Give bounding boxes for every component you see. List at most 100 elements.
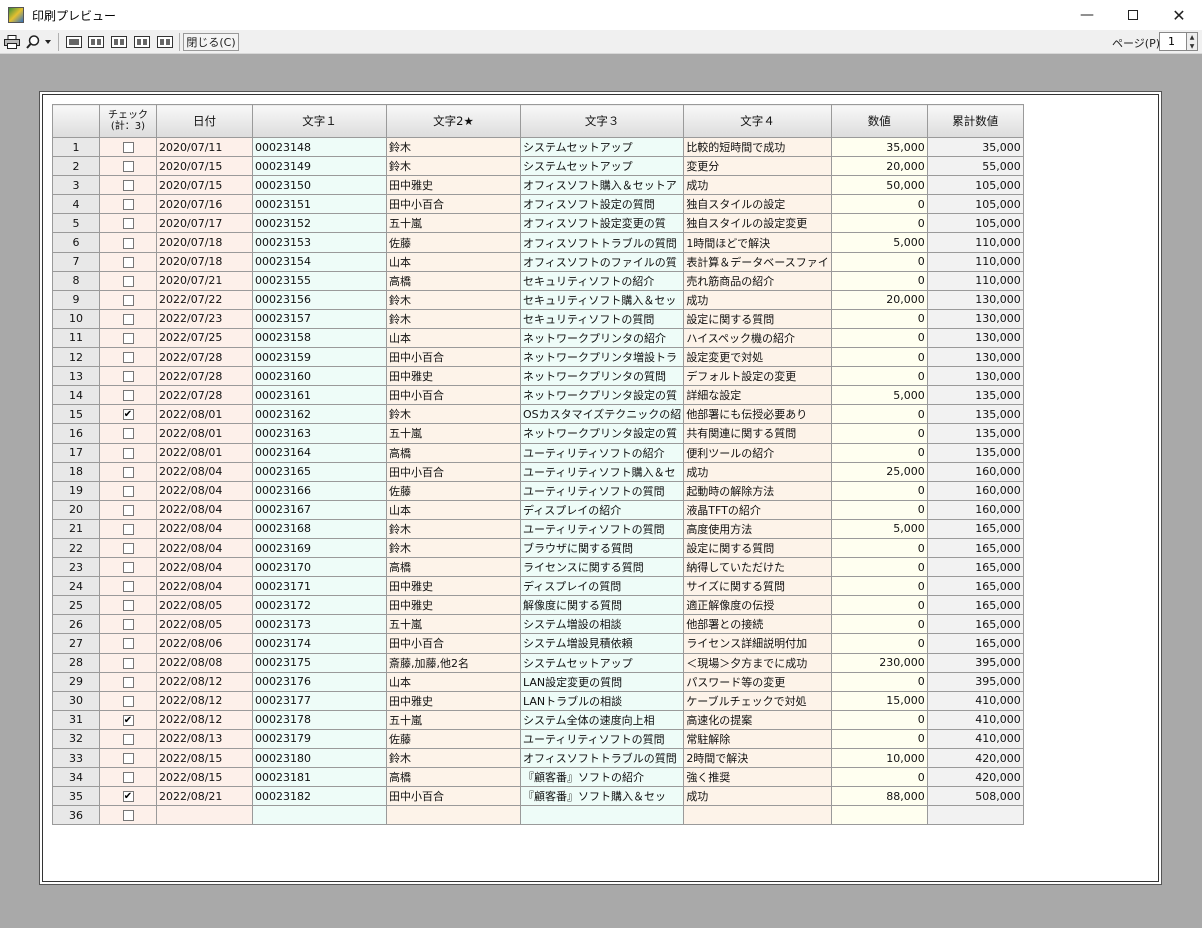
text4-cell: デフォルト設定の変更 — [683, 366, 832, 387]
row-checkbox[interactable] — [122, 332, 134, 344]
page-spinner[interactable]: ▲ ▼ — [1187, 32, 1198, 51]
two-page-button[interactable] — [87, 33, 105, 51]
value-cell: 0 — [830, 671, 928, 692]
text4-cell: 変更分 — [683, 156, 832, 177]
check-cell — [99, 289, 157, 310]
text2-cell: 佐藤 — [386, 480, 521, 501]
table-row: 17 2022/08/01 00023164 高橋 ユーティリティソフトの紹介 便利ツール… — [52, 442, 1024, 463]
text4-cell: 強く推奨 — [683, 767, 832, 788]
row-checkbox[interactable] — [122, 142, 134, 154]
row-checkbox[interactable] — [122, 657, 134, 669]
row-number-cell: 18 — [52, 461, 100, 482]
row-checkbox[interactable] — [122, 256, 134, 268]
value-cell: 20,000 — [830, 156, 928, 177]
row-checkbox[interactable] — [122, 352, 134, 364]
row-checkbox[interactable] — [122, 733, 134, 745]
print-button[interactable] — [3, 33, 21, 51]
text4-cell: 設定変更で対処 — [683, 347, 832, 368]
header-text2: 文字2★ — [386, 104, 521, 138]
row-checkbox[interactable] — [122, 313, 134, 325]
row-checkbox[interactable] — [122, 638, 134, 650]
row-checkbox[interactable] — [122, 447, 134, 459]
check-cell: ✔ — [99, 709, 157, 730]
page-number-input[interactable]: 1 — [1159, 32, 1187, 51]
close-window-button[interactable]: ✕ — [1156, 0, 1202, 30]
table-row: 3 2020/07/15 00023150 田中雅史 オフィスソフト購入＆セットア 成功 5… — [52, 175, 1024, 196]
row-checkbox[interactable] — [122, 753, 134, 765]
four-page-button[interactable] — [133, 33, 151, 51]
zoom-button[interactable] — [24, 33, 54, 51]
row-checkbox[interactable] — [122, 466, 134, 478]
text1-cell: 00023155 — [252, 270, 387, 291]
text3-cell: オフィスソフトトラブルの質問 — [519, 232, 685, 253]
row-number-cell: 5 — [52, 213, 100, 234]
check-cell: ✔ — [99, 786, 157, 807]
table-row: 4 2020/07/16 00023151 田中小百合 オフィスソフト設定の質問 独自スタ… — [52, 194, 1024, 215]
row-checkbox[interactable] — [122, 523, 134, 535]
row-checkbox[interactable] — [122, 199, 134, 211]
header-row: チェック (計：3) 日付 文字１ 文字2★ 文字３ 文字４ 数値 累計数値 — [52, 104, 1024, 138]
row-checkbox[interactable] — [122, 161, 134, 173]
row-checkbox[interactable] — [122, 619, 134, 631]
row-checkbox[interactable]: ✔ — [122, 714, 134, 726]
date-cell: 2022/07/23 — [156, 308, 253, 329]
text4-cell: 売れ筋商品の紹介 — [683, 270, 832, 291]
text2-cell: 山本 — [386, 327, 521, 349]
row-checkbox[interactable]: ✔ — [122, 409, 134, 421]
text4-cell: 1時間ほどで解決 — [683, 232, 832, 253]
maximize-button[interactable] — [1110, 0, 1156, 30]
text4-cell: 共有関連に関する質問 — [683, 423, 832, 444]
date-cell: 2022/08/05 — [156, 614, 253, 635]
text1-cell: 00023172 — [252, 595, 387, 616]
row-checkbox[interactable] — [122, 390, 134, 402]
row-checkbox[interactable] — [122, 581, 134, 593]
text4-cell: 独自スタイルの設定変更 — [683, 213, 832, 234]
value-cell: 0 — [830, 767, 928, 788]
six-page-button[interactable] — [156, 33, 174, 51]
text1-cell: 00023173 — [252, 614, 387, 635]
table-row: 10 2022/07/23 00023157 鈴木 セキュリティソフトの質問 設定に関する… — [52, 308, 1024, 329]
row-checkbox[interactable] — [122, 428, 134, 440]
date-cell: 2020/07/18 — [156, 251, 253, 272]
date-cell: 2020/07/15 — [156, 156, 253, 177]
cumulative-cell: 130,000 — [926, 347, 1024, 368]
row-checkbox[interactable] — [122, 485, 134, 497]
row-checkbox[interactable] — [122, 695, 134, 707]
text2-cell: 五十嵐 — [386, 423, 521, 444]
value-cell: 0 — [830, 709, 928, 730]
row-checkbox[interactable] — [122, 772, 134, 784]
text4-cell: 他部署との接続 — [683, 614, 832, 635]
row-checkbox[interactable] — [122, 810, 134, 822]
text2-cell: 鈴木 — [386, 747, 521, 769]
text3-cell: システム増設の相談 — [519, 614, 685, 635]
row-checkbox[interactable] — [122, 237, 134, 249]
check-cell — [99, 499, 157, 520]
one-page-button[interactable] — [65, 33, 83, 51]
text2-cell: 鈴木 — [386, 518, 521, 539]
row-checkbox[interactable] — [122, 676, 134, 688]
row-checkbox[interactable] — [122, 275, 134, 287]
text4-cell: 常駐解除 — [683, 728, 832, 750]
minimize-button[interactable]: — — [1064, 0, 1110, 30]
row-checkbox[interactable] — [122, 543, 134, 555]
table-row: 30 2022/08/12 00023177 田中雅史 LANトラブルの相談 ケーブルチェ… — [52, 690, 1024, 711]
cumulative-cell: 410,000 — [926, 728, 1024, 750]
row-checkbox[interactable] — [122, 371, 134, 383]
row-checkbox[interactable] — [122, 562, 134, 574]
text1-cell: 00023156 — [252, 289, 387, 310]
row-checkbox[interactable] — [122, 600, 134, 612]
table-row: 7 2020/07/18 00023154 山本 オフィスソフトのファイルの質 表計算＆デ… — [52, 251, 1024, 272]
text2-cell: 鈴木 — [386, 308, 521, 329]
row-checkbox[interactable] — [122, 504, 134, 516]
text4-cell: 高速化の提案 — [683, 709, 832, 730]
row-checkbox[interactable] — [122, 180, 134, 192]
row-checkbox[interactable] — [122, 218, 134, 230]
three-page-button[interactable] — [110, 33, 128, 51]
table-row: 31 ✔ 2022/08/12 00023178 五十嵐 システム全体の速度向上相 高速化の… — [52, 709, 1024, 730]
close-preview-button[interactable]: 閉じる(C) — [183, 33, 239, 51]
row-checkbox[interactable] — [122, 294, 134, 306]
row-checkbox[interactable]: ✔ — [122, 791, 134, 803]
toolbar-separator — [179, 33, 180, 51]
text2-cell: 田中小百合 — [386, 633, 521, 654]
row-number-cell: 34 — [52, 767, 100, 788]
